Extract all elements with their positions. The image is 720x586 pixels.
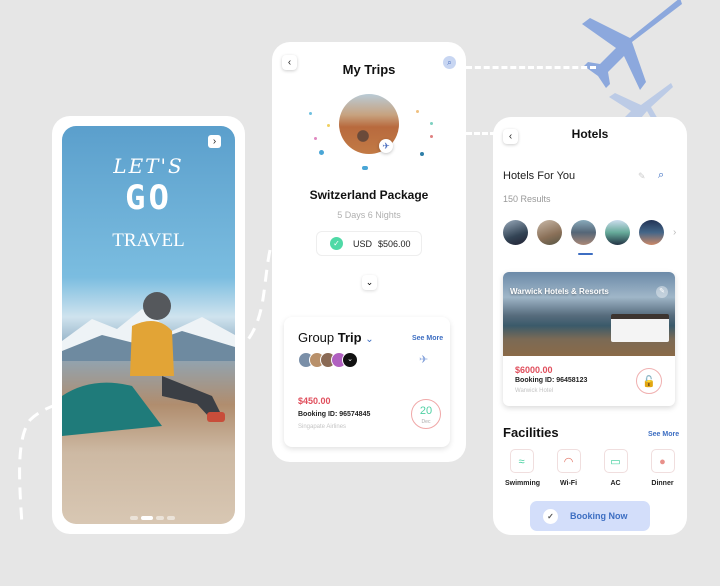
- carousel-indicator: [362, 166, 368, 170]
- hero-image: LET'S GO TRAVEL ›: [62, 126, 235, 524]
- featured-hotel-card[interactable]: Warwick Hotels & Resorts ✎ $6000.00 Book…: [503, 272, 675, 406]
- dinner-icon: ●: [650, 449, 675, 473]
- page-indicator: [130, 516, 175, 520]
- booking-id: Booking ID: 96574845: [298, 411, 371, 418]
- plane-icon: ✈: [419, 354, 429, 366]
- thumb-indicator: [578, 253, 593, 255]
- group-price: $450.00: [298, 396, 331, 406]
- package-duration: 5 Days 6 Nights: [337, 210, 401, 220]
- hotel-thumb[interactable]: [605, 220, 630, 245]
- airline-name: Singapate Airlines: [298, 424, 347, 430]
- page-title: My Trips: [342, 62, 396, 77]
- hotel-thumb[interactable]: [537, 220, 562, 245]
- facility-swimming[interactable]: ≈ Swimming: [505, 449, 540, 487]
- splash-screen: LET'S GO TRAVEL ›: [52, 116, 245, 534]
- price-pill[interactable]: ✓ USD $506.00: [316, 231, 422, 256]
- dashed-route: [466, 132, 496, 135]
- hotel-thumb[interactable]: [571, 220, 596, 245]
- wifi-icon: ◠: [556, 449, 581, 473]
- facilities-title: Facilities: [503, 425, 559, 440]
- see-more-link[interactable]: See More: [412, 335, 443, 342]
- hotel-thumbnails: [503, 220, 664, 245]
- swimming-icon: ≈: [509, 449, 534, 473]
- member-avatars[interactable]: ⌄: [298, 352, 358, 368]
- tagline-go: GO: [125, 178, 172, 218]
- hotel-thumb[interactable]: [503, 220, 528, 245]
- booking-now-label: Booking Now: [570, 511, 628, 521]
- facility-ac[interactable]: ▭ AC: [599, 449, 632, 487]
- search-icon[interactable]: ⌕: [443, 56, 456, 69]
- lock-icon[interactable]: 🔓: [636, 368, 662, 394]
- edit-icon[interactable]: ✎: [638, 171, 646, 182]
- facilities-list: ≈ Swimming ◠ Wi-Fi ▭ AC ● Dinner: [505, 449, 679, 487]
- check-icon: ✓: [543, 508, 558, 524]
- package-title: Switzerland Package: [309, 188, 429, 202]
- results-count: 150 Results: [503, 194, 551, 204]
- currency-label: USD: [353, 238, 373, 249]
- booking-now-button[interactable]: ✓ Booking Now: [530, 501, 650, 531]
- plane-icon: ✈: [379, 139, 393, 153]
- tagline-lets: LET'S: [113, 154, 184, 178]
- traveler-figure: [62, 292, 225, 436]
- more-members-icon: ⌄: [342, 352, 358, 368]
- search-icon[interactable]: ⌕: [658, 169, 664, 182]
- bed-graphic: [611, 314, 669, 342]
- group-trip-title[interactable]: Group Trip ⌄: [298, 330, 374, 345]
- my-trips-screen: ‹ My Trips ⌕ ✈ Switzerland Package 5 Day…: [272, 42, 466, 462]
- ac-icon: ▭: [603, 449, 628, 473]
- check-icon: ✓: [330, 237, 343, 250]
- see-more-link[interactable]: See More: [648, 431, 679, 438]
- group-trip-card[interactable]: Group Trip ⌄ See More ⌄ ✈ $450.00 Bookin…: [284, 317, 450, 447]
- page-title: Hotels: [571, 127, 609, 141]
- expand-button[interactable]: ⌄: [362, 275, 377, 290]
- dropdown-icon: ⌄: [365, 334, 374, 345]
- facility-dinner[interactable]: ● Dinner: [646, 449, 679, 487]
- hotel-thumb[interactable]: [639, 220, 664, 245]
- section-title: Hotels For You: [503, 170, 576, 182]
- edit-icon[interactable]: ✎: [656, 286, 668, 298]
- chevron-right-icon[interactable]: ›: [673, 227, 676, 238]
- next-button[interactable]: ›: [208, 135, 221, 148]
- price-value: $506.00: [378, 238, 411, 249]
- hotel-subname: Warwick Hotel: [515, 388, 554, 394]
- tagline-travel: TRAVEL: [112, 230, 185, 251]
- booking-id: Booking ID: 96458123: [515, 377, 588, 384]
- dashed-route: [466, 66, 596, 69]
- hotels-screen: ‹ Hotels Hotels For You ✎ ⌕ 150 Results …: [493, 117, 687, 535]
- hotel-name: Warwick Hotels & Resorts: [510, 287, 609, 296]
- date-badge: 20 Dec: [411, 399, 441, 429]
- facility-wifi[interactable]: ◠ Wi-Fi: [552, 449, 585, 487]
- hotel-image: [503, 272, 675, 356]
- hotel-price: $6000.00: [515, 365, 553, 375]
